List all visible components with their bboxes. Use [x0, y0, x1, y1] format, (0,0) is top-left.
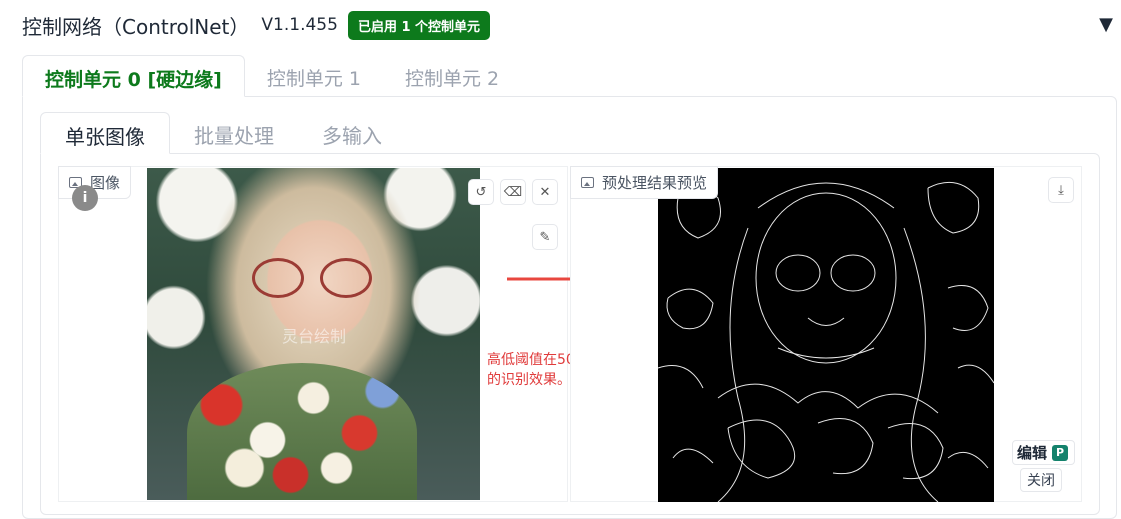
preview-label-text: 预处理结果预览 — [602, 174, 708, 192]
edit-label: 编辑 — [1017, 444, 1048, 462]
unit-tabs: 控制单元 0 [硬边缘] 控制单元 1 控制单元 2 — [22, 55, 521, 97]
collapse-triangle-icon[interactable]: ▼ — [1099, 14, 1113, 35]
controlnet-panel: 控制网络（ControlNet） V1.1.455 已启用 1 个控制单元 ▼ … — [0, 0, 1121, 519]
accordion-title: 控制网络（ControlNet） — [22, 14, 250, 39]
watermark-text: 灵台绘制 — [282, 327, 347, 346]
glasses-shape — [242, 258, 382, 298]
input-mode-tabs: 单张图像 批量处理 多输入 — [40, 112, 406, 154]
tab-single-image[interactable]: 单张图像 — [40, 112, 170, 154]
edit-button[interactable]: 编辑 P — [1012, 440, 1076, 465]
input-photo[interactable]: 灵台绘制 — [147, 168, 480, 500]
app-logo-icon: P — [1052, 444, 1069, 461]
tab-control-unit-1[interactable]: 控制单元 1 — [245, 55, 383, 97]
close-icon[interactable]: ✕ — [532, 179, 558, 205]
tab-control-unit-2[interactable]: 控制单元 2 — [383, 55, 521, 97]
version-label: V1.1.455 — [261, 15, 338, 35]
undo-icon[interactable]: ↺ — [468, 179, 494, 205]
brush-icon[interactable]: ✎ — [532, 224, 558, 250]
tab-control-unit-0[interactable]: 控制单元 0 [硬边缘] — [22, 55, 245, 97]
image-icon — [581, 177, 594, 188]
enabled-units-badge: 已启用 1 个控制单元 — [347, 10, 491, 40]
canny-edge-preview — [658, 168, 994, 502]
download-icon[interactable]: ⤓ — [1048, 177, 1074, 203]
info-icon[interactable]: i — [72, 185, 98, 211]
close-button[interactable]: 关闭 — [1020, 468, 1062, 492]
tab-multi-input[interactable]: 多输入 — [298, 112, 406, 154]
preview-label: 预处理结果预览 — [570, 166, 719, 199]
flower-bouquet-shape — [187, 363, 417, 500]
tab-batch[interactable]: 批量处理 — [170, 112, 298, 154]
accordion-header[interactable]: 控制网络（ControlNet） V1.1.455 已启用 1 个控制单元 ▼ — [22, 8, 1117, 42]
eraser-icon[interactable]: ⌫ — [500, 179, 526, 205]
